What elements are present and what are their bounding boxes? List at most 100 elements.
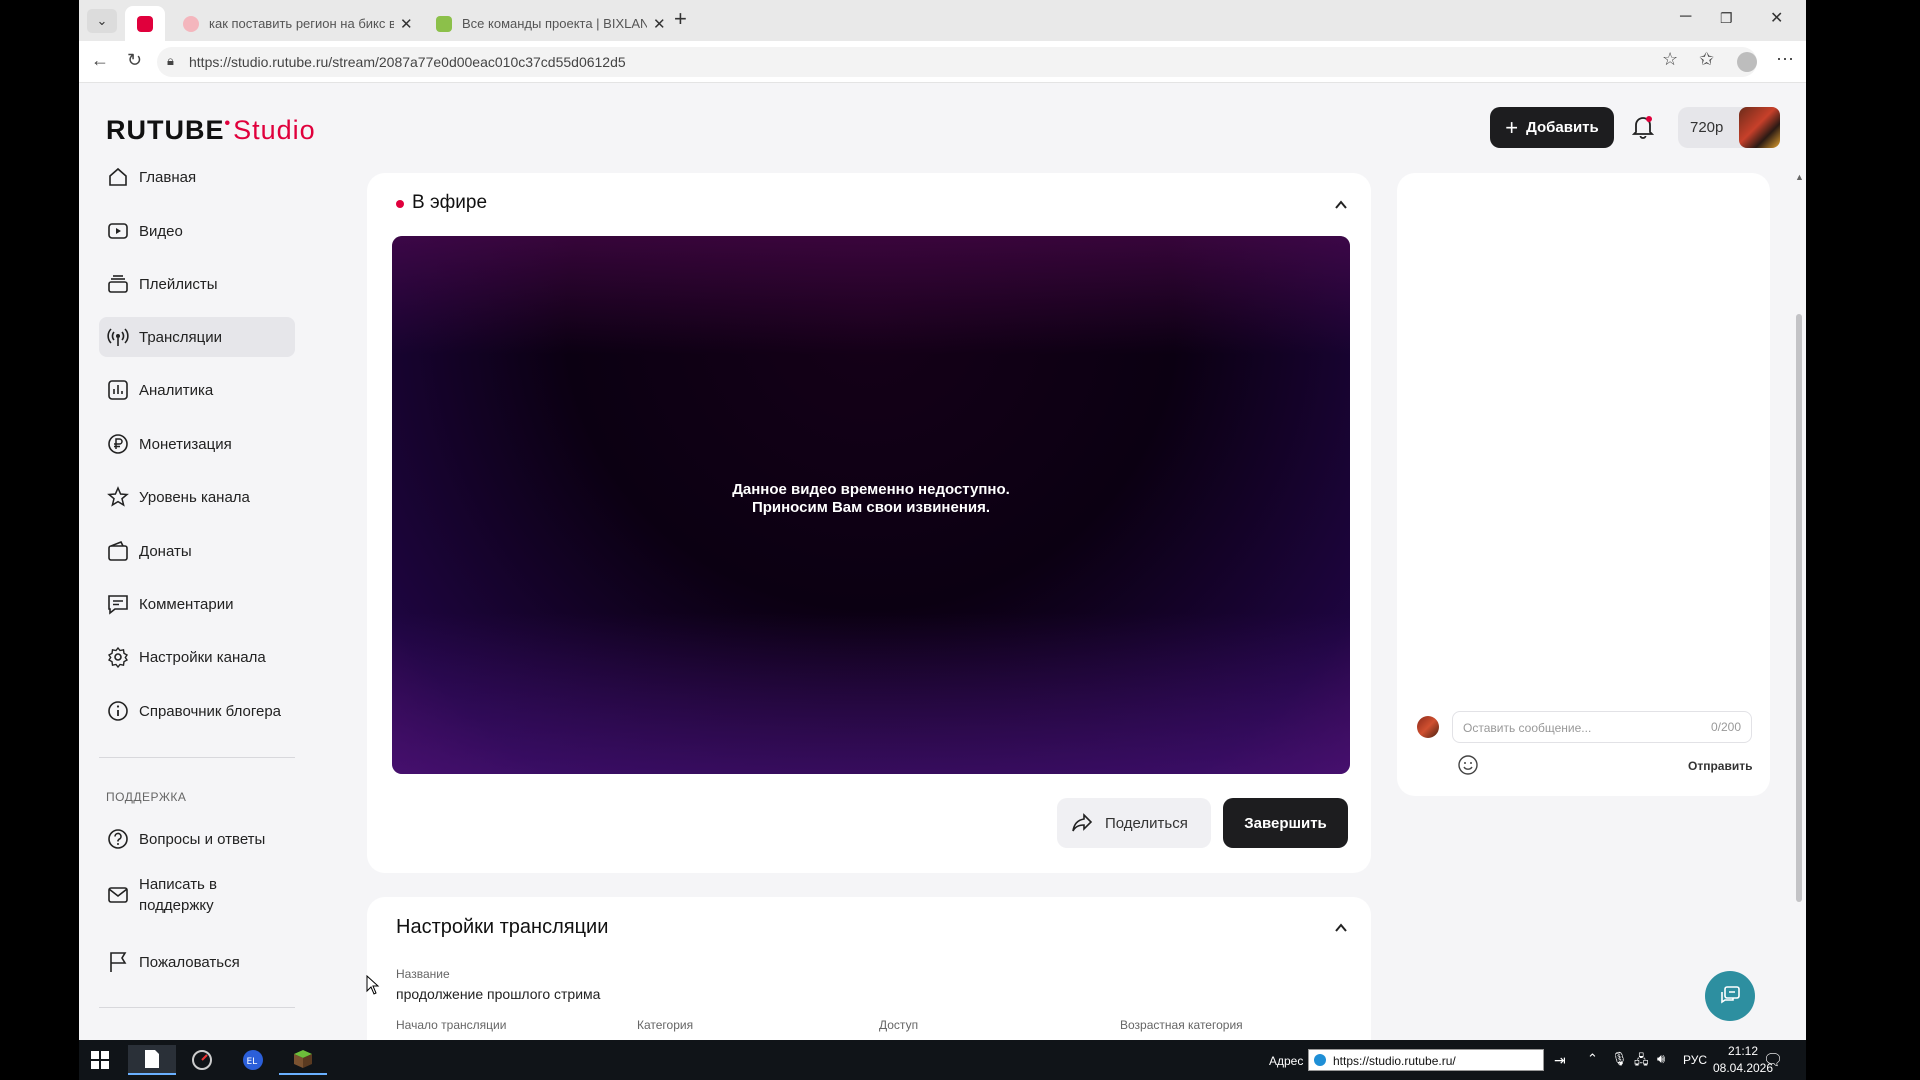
- add-button[interactable]: + Добавить: [1490, 107, 1614, 148]
- url-field[interactable]: 🔒︎ https://studio.rutube.ru/stream/2087a…: [157, 47, 1757, 77]
- chat-panel: Оставить сообщение... 0/200 Отправить: [1397, 173, 1770, 796]
- address-bar: ← ↻ 🔒︎ https://studio.rutube.ru/stream/2…: [79, 41, 1806, 83]
- video-player[interactable]: Данное видео временно недоступно. Принос…: [392, 236, 1350, 774]
- minimize-icon[interactable]: ─: [1680, 8, 1691, 26]
- player-message: Данное видео временно недоступно. Принос…: [732, 481, 1010, 516]
- tab-rutube-studio[interactable]: [125, 6, 165, 41]
- mouse-cursor-icon: [366, 975, 380, 995]
- sidebar-item-home[interactable]: Главная: [99, 157, 295, 197]
- settings-title: Настройки трансляции: [396, 916, 609, 938]
- tray-chevron-up-icon[interactable]: ⌃: [1587, 1051, 1598, 1067]
- tab-bixland[interactable]: Все команды проекта | BIXLAND ✕: [424, 6, 669, 41]
- tab-list-button[interactable]: ⌄: [87, 9, 117, 33]
- sidebar-item-comments[interactable]: Комментарии: [99, 584, 295, 624]
- gear-icon: [107, 646, 129, 668]
- share-button[interactable]: Поделиться: [1057, 798, 1211, 848]
- volume-icon[interactable]: 🔊︎: [1657, 1051, 1665, 1067]
- stream-settings-card: Настройки трансляции Название продолжени…: [367, 897, 1371, 1040]
- sidebar-item-video[interactable]: Видео: [99, 211, 295, 251]
- gauge-app-icon[interactable]: [178, 1045, 226, 1075]
- mail-icon: [108, 887, 128, 903]
- support-heading: ПОДДЕРЖКА: [106, 790, 187, 804]
- yandex-favicon-icon: [183, 15, 199, 32]
- file-app-icon[interactable]: [128, 1045, 176, 1075]
- windows-start-icon[interactable]: [76, 1045, 124, 1075]
- sidebar-item-write-support[interactable]: Написать в поддержку: [99, 872, 295, 918]
- sidebar-divider: [99, 757, 295, 758]
- minecraft-app-icon[interactable]: [279, 1045, 327, 1075]
- broadcast-icon: [107, 328, 129, 346]
- microphone-icon[interactable]: 🎙︎: [1611, 1051, 1628, 1067]
- question-icon: [108, 829, 128, 849]
- new-tab-icon[interactable]: +: [674, 6, 687, 32]
- chat-user-avatar: [1417, 716, 1439, 738]
- analytics-icon: [108, 380, 128, 400]
- collapse-chevron-up-icon[interactable]: [1334, 921, 1348, 935]
- el-app-icon[interactable]: EL: [229, 1045, 277, 1075]
- live-title: В эфире: [412, 192, 488, 213]
- info-icon: [108, 701, 128, 721]
- reload-icon[interactable]: ↻: [127, 50, 142, 71]
- send-button[interactable]: Отправить: [1688, 759, 1752, 773]
- close-tab-icon[interactable]: ✕: [400, 15, 413, 33]
- tab-search[interactable]: как поставить регион на бикс во ✕: [171, 6, 416, 41]
- notifications-bell-icon[interactable]: [1631, 115, 1655, 144]
- network-icon[interactable]: 🖧︎: [1634, 1051, 1649, 1073]
- live-indicator-dot: [396, 200, 404, 208]
- playlist-icon: [108, 275, 128, 293]
- taskbar-address-value: https://studio.rutube.ru/: [1333, 1054, 1456, 1068]
- chat-placeholder: Оставить сообщение...: [1463, 721, 1592, 735]
- wallet-icon: [108, 540, 128, 561]
- home-icon: [109, 167, 127, 186]
- rutube-studio-logo[interactable]: RUTUBE•Studio: [106, 115, 316, 146]
- chat-message-input[interactable]: Оставить сообщение... 0/200: [1452, 711, 1752, 743]
- support-chat-button[interactable]: [1705, 971, 1755, 1021]
- emoji-icon[interactable]: [1457, 754, 1479, 776]
- close-tab-icon[interactable]: ✕: [653, 15, 666, 33]
- sidebar-item-analytics[interactable]: Аналитика: [99, 370, 295, 410]
- sidebar-item-report[interactable]: Пожаловаться: [99, 942, 295, 982]
- name-label: Название: [396, 967, 450, 981]
- restore-icon[interactable]: ❐: [1720, 10, 1733, 27]
- bixland-favicon-icon: [436, 15, 452, 32]
- scroll-thumb[interactable]: [1796, 314, 1802, 902]
- sidebar-divider: [99, 1007, 295, 1008]
- live-stream-card: В эфире Данное видео временно недоступно…: [367, 173, 1371, 873]
- age-rating-label: Возрастная категория: [1120, 1018, 1243, 1032]
- sidebar-item-blogger-guide[interactable]: Справочник блогера: [99, 691, 295, 731]
- category-label: Категория: [637, 1018, 694, 1032]
- profile-icon[interactable]: [1737, 52, 1757, 72]
- notifications-center-icon[interactable]: 🗨︎: [1763, 1050, 1783, 1070]
- back-icon[interactable]: ←: [91, 50, 109, 71]
- share-icon: [1072, 813, 1093, 832]
- taskbar-address-field[interactable]: https://studio.rutube.ru/: [1308, 1049, 1544, 1071]
- close-window-icon[interactable]: ✕: [1770, 8, 1783, 28]
- sidebar-item-monetization[interactable]: Монетизация: [99, 424, 295, 464]
- screen: ⌄ как поставить регион на бикс во ✕ Все …: [0, 0, 1920, 1080]
- rutube-favicon-icon: [137, 15, 153, 32]
- sidebar-item-faq[interactable]: Вопросы и ответы: [99, 819, 295, 859]
- end-stream-button[interactable]: Завершить: [1223, 798, 1348, 848]
- ruble-icon: [108, 434, 128, 454]
- sidebar-item-channel-level[interactable]: Уровень канала: [99, 477, 295, 517]
- svg-text:EL: EL: [247, 1057, 258, 1067]
- sidebar-item-playlists[interactable]: Плейлисты: [99, 264, 295, 304]
- access-label: Доступ: [879, 1018, 919, 1032]
- sidebar-item-donations[interactable]: Донаты: [99, 531, 295, 571]
- tab-bar: ⌄ как поставить регион на бикс во ✕ Все …: [79, 0, 1806, 41]
- more-menu-icon[interactable]: ⋯: [1776, 49, 1794, 70]
- user-avatar[interactable]: [1739, 107, 1780, 148]
- collapse-chevron-up-icon[interactable]: [1334, 198, 1348, 212]
- scroll-up-icon[interactable]: ▲: [1795, 172, 1804, 182]
- page-scrollbar[interactable]: ▲ ▼: [1792, 168, 1806, 1040]
- sidebar-item-channel-settings[interactable]: Настройки канала: [99, 637, 295, 677]
- lock-icon: 🔒︎: [167, 53, 174, 68]
- favorite-star-icon[interactable]: ☆: [1662, 49, 1678, 70]
- windows-taskbar: EL Адрес https://studio.rutube.ru/ ⇥ ⌃ 🎙…: [79, 1040, 1806, 1080]
- star-icon: [107, 486, 129, 507]
- favorites-icon[interactable]: ✩: [1699, 49, 1714, 70]
- video-icon: [108, 223, 128, 239]
- taskbar-address-label: Адрес: [1269, 1054, 1304, 1068]
- go-arrow-icon[interactable]: ⇥: [1554, 1052, 1566, 1069]
- sidebar-item-broadcasts[interactable]: Трансляции: [99, 317, 295, 357]
